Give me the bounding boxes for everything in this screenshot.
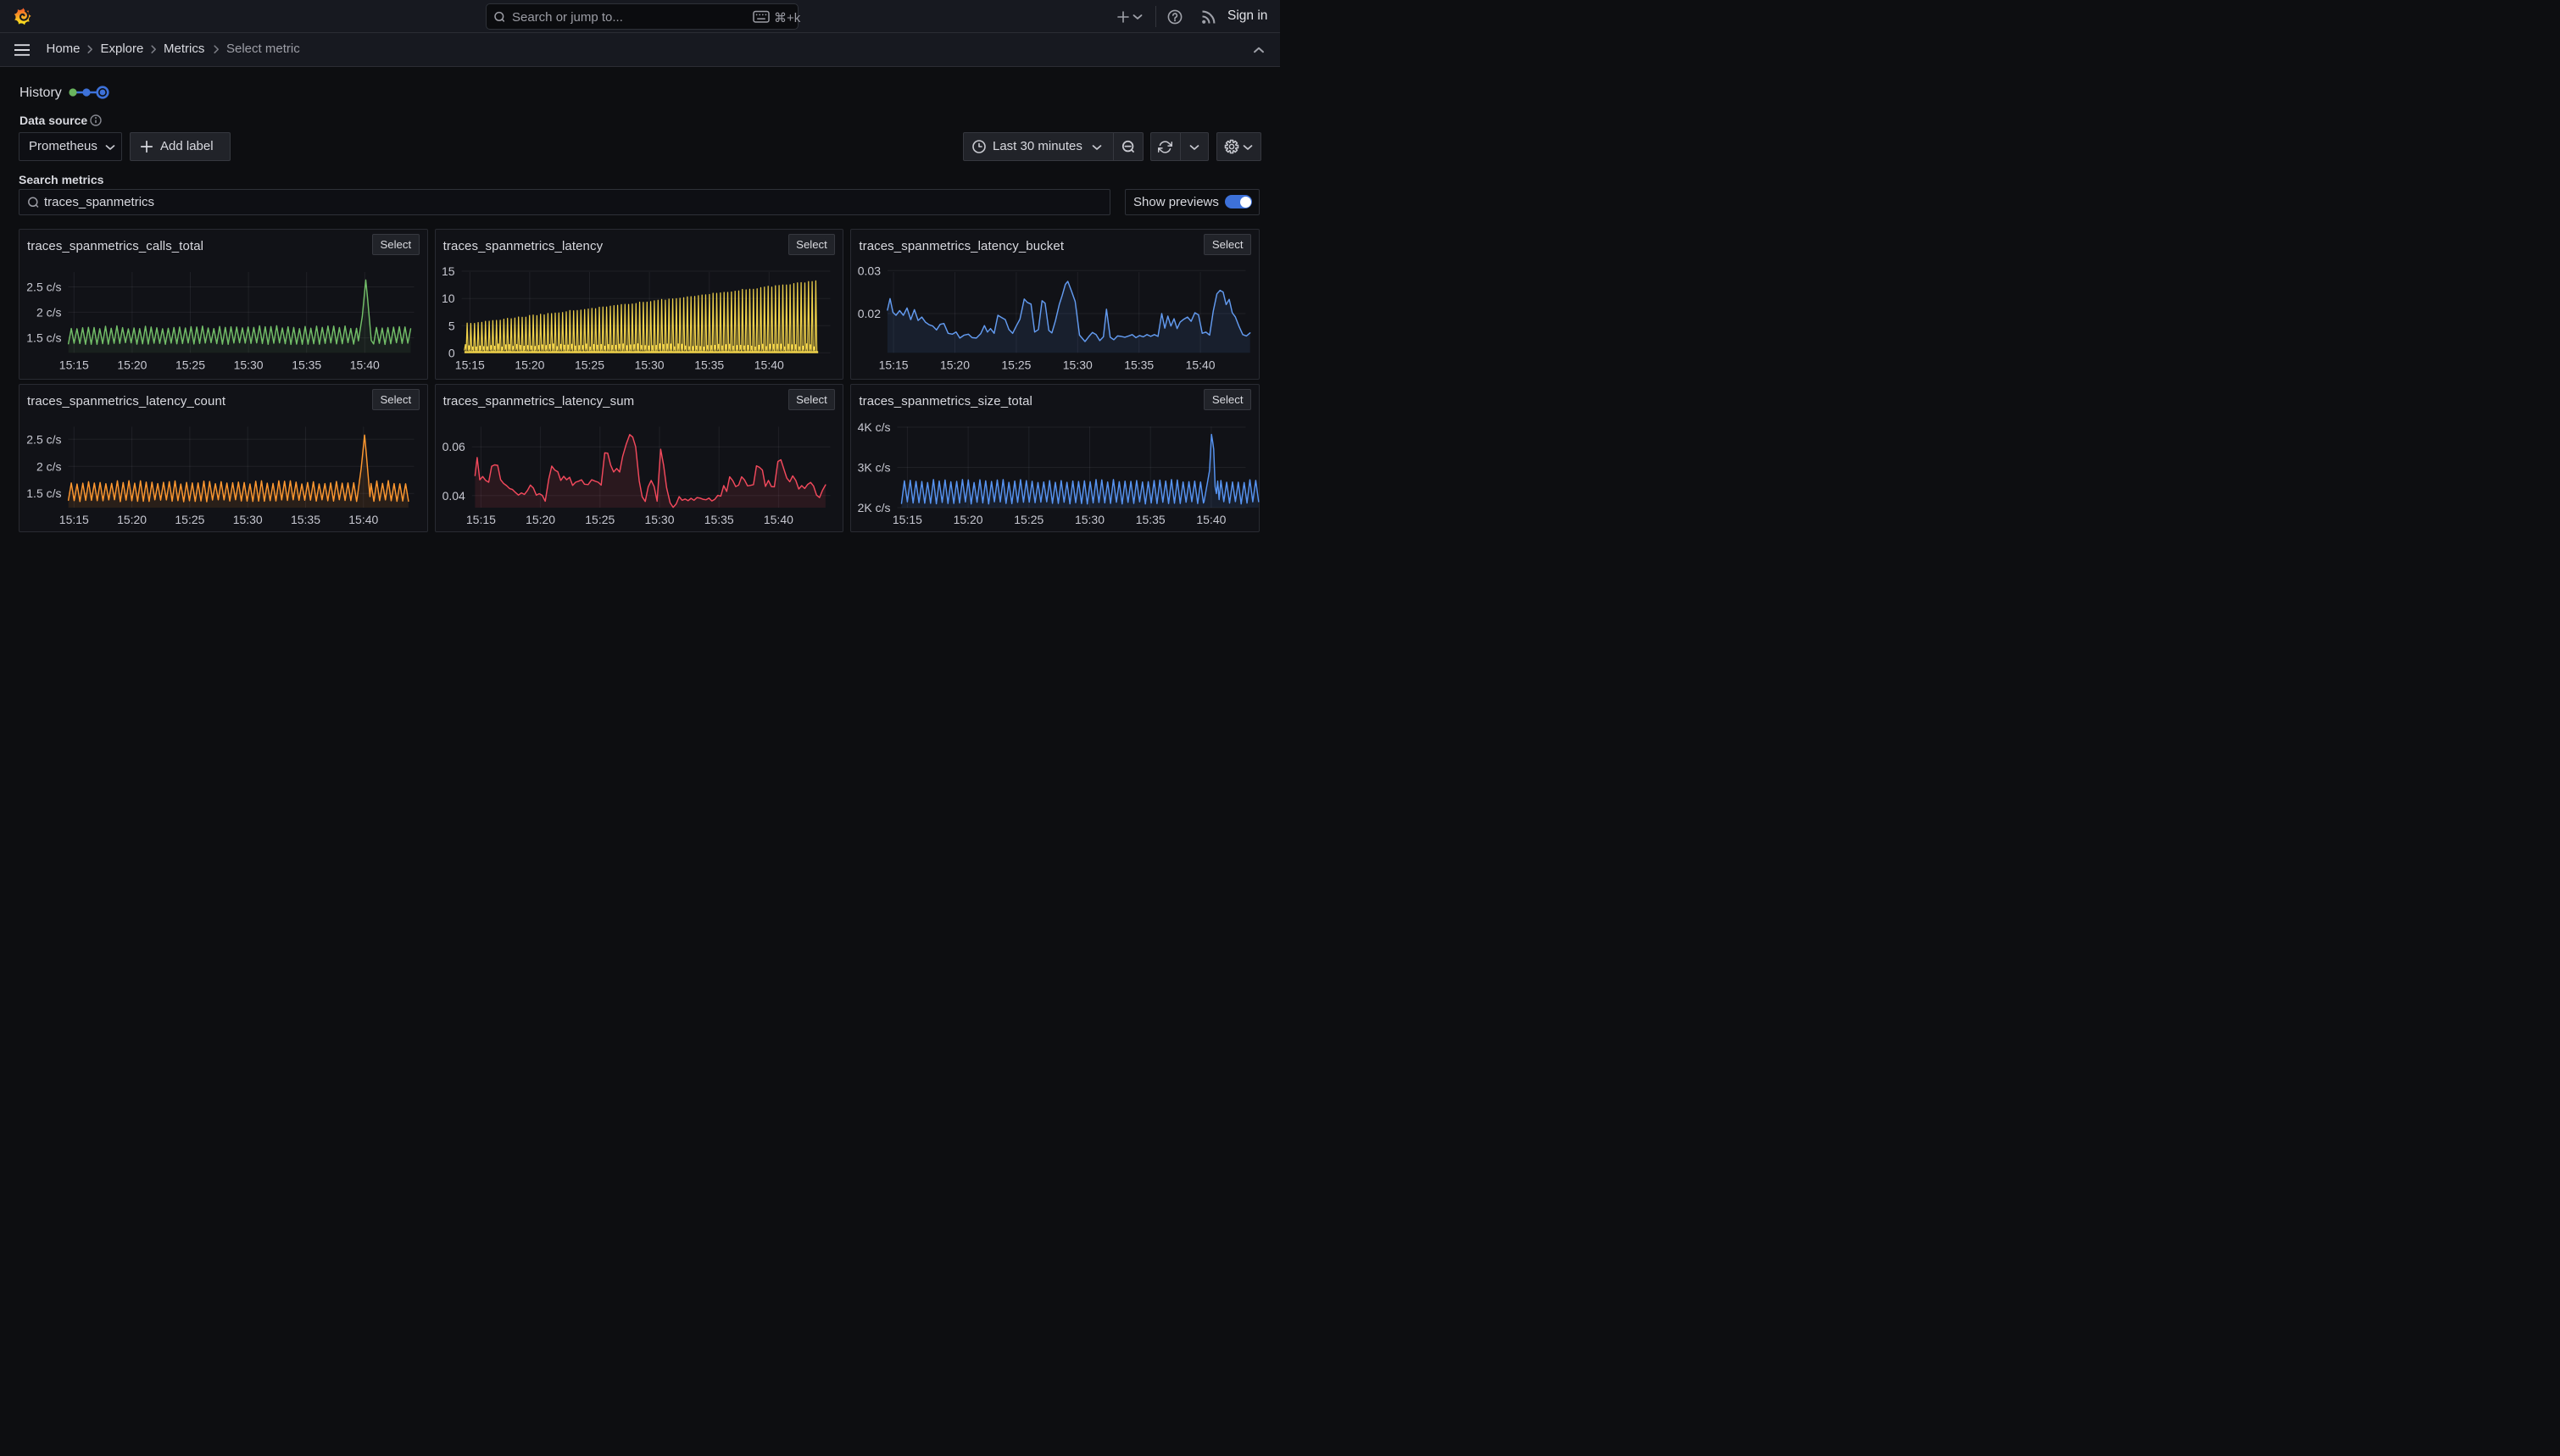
svg-text:15:40: 15:40 (348, 513, 378, 526)
svg-text:15:35: 15:35 (704, 513, 733, 526)
svg-text:15:25: 15:25 (575, 358, 604, 371)
svg-text:1.5 c/s: 1.5 c/s (26, 486, 61, 500)
svg-text:15:40: 15:40 (1197, 513, 1227, 526)
svg-text:15:25: 15:25 (175, 513, 204, 526)
svg-text:15:35: 15:35 (292, 358, 321, 371)
svg-text:4K c/s: 4K c/s (858, 420, 891, 434)
svg-text:15:20: 15:20 (117, 513, 147, 526)
svg-text:15:30: 15:30 (233, 513, 263, 526)
svg-text:2 c/s: 2 c/s (36, 459, 62, 473)
svg-text:15:30: 15:30 (634, 358, 664, 371)
svg-text:15:30: 15:30 (644, 513, 674, 526)
svg-text:0.03: 0.03 (858, 264, 881, 277)
svg-text:15: 15 (442, 264, 455, 278)
svg-text:15:15: 15:15 (893, 513, 922, 526)
svg-text:0.02: 0.02 (858, 307, 881, 320)
svg-text:15:20: 15:20 (526, 513, 555, 526)
svg-text:2 c/s: 2 c/s (36, 305, 62, 319)
svg-text:15:20: 15:20 (515, 358, 544, 371)
svg-text:15:40: 15:40 (764, 513, 793, 526)
svg-text:10: 10 (442, 292, 455, 305)
svg-text:15:25: 15:25 (175, 358, 205, 371)
svg-text:15:15: 15:15 (454, 358, 484, 371)
svg-text:15:20: 15:20 (940, 358, 970, 371)
svg-text:15:35: 15:35 (1125, 358, 1155, 371)
svg-text:15:15: 15:15 (59, 513, 89, 526)
svg-text:0.06: 0.06 (442, 440, 465, 453)
svg-text:1.5 c/s: 1.5 c/s (26, 331, 61, 345)
svg-text:15:25: 15:25 (585, 513, 615, 526)
svg-text:15:25: 15:25 (1002, 358, 1032, 371)
svg-text:15:35: 15:35 (291, 513, 320, 526)
svg-text:2.5 c/s: 2.5 c/s (26, 281, 61, 294)
svg-text:15:20: 15:20 (954, 513, 983, 526)
svg-text:15:20: 15:20 (117, 358, 147, 371)
svg-text:15:15: 15:15 (59, 358, 89, 371)
svg-text:15:40: 15:40 (1186, 358, 1216, 371)
svg-text:15:40: 15:40 (350, 358, 380, 371)
svg-text:15:25: 15:25 (1015, 513, 1044, 526)
svg-text:15:30: 15:30 (1075, 513, 1105, 526)
svg-text:2.5 c/s: 2.5 c/s (26, 432, 61, 446)
svg-text:15:35: 15:35 (1136, 513, 1166, 526)
svg-text:0: 0 (448, 346, 454, 359)
svg-text:15:30: 15:30 (234, 358, 264, 371)
svg-text:15:15: 15:15 (879, 358, 909, 371)
svg-text:5: 5 (448, 319, 454, 332)
svg-text:15:15: 15:15 (466, 513, 496, 526)
svg-text:2K c/s: 2K c/s (858, 501, 891, 514)
svg-text:0.04: 0.04 (442, 489, 465, 503)
svg-text:3K c/s: 3K c/s (858, 460, 891, 474)
svg-text:15:40: 15:40 (754, 358, 783, 371)
svg-text:15:30: 15:30 (1063, 358, 1093, 371)
svg-text:15:35: 15:35 (694, 358, 724, 371)
